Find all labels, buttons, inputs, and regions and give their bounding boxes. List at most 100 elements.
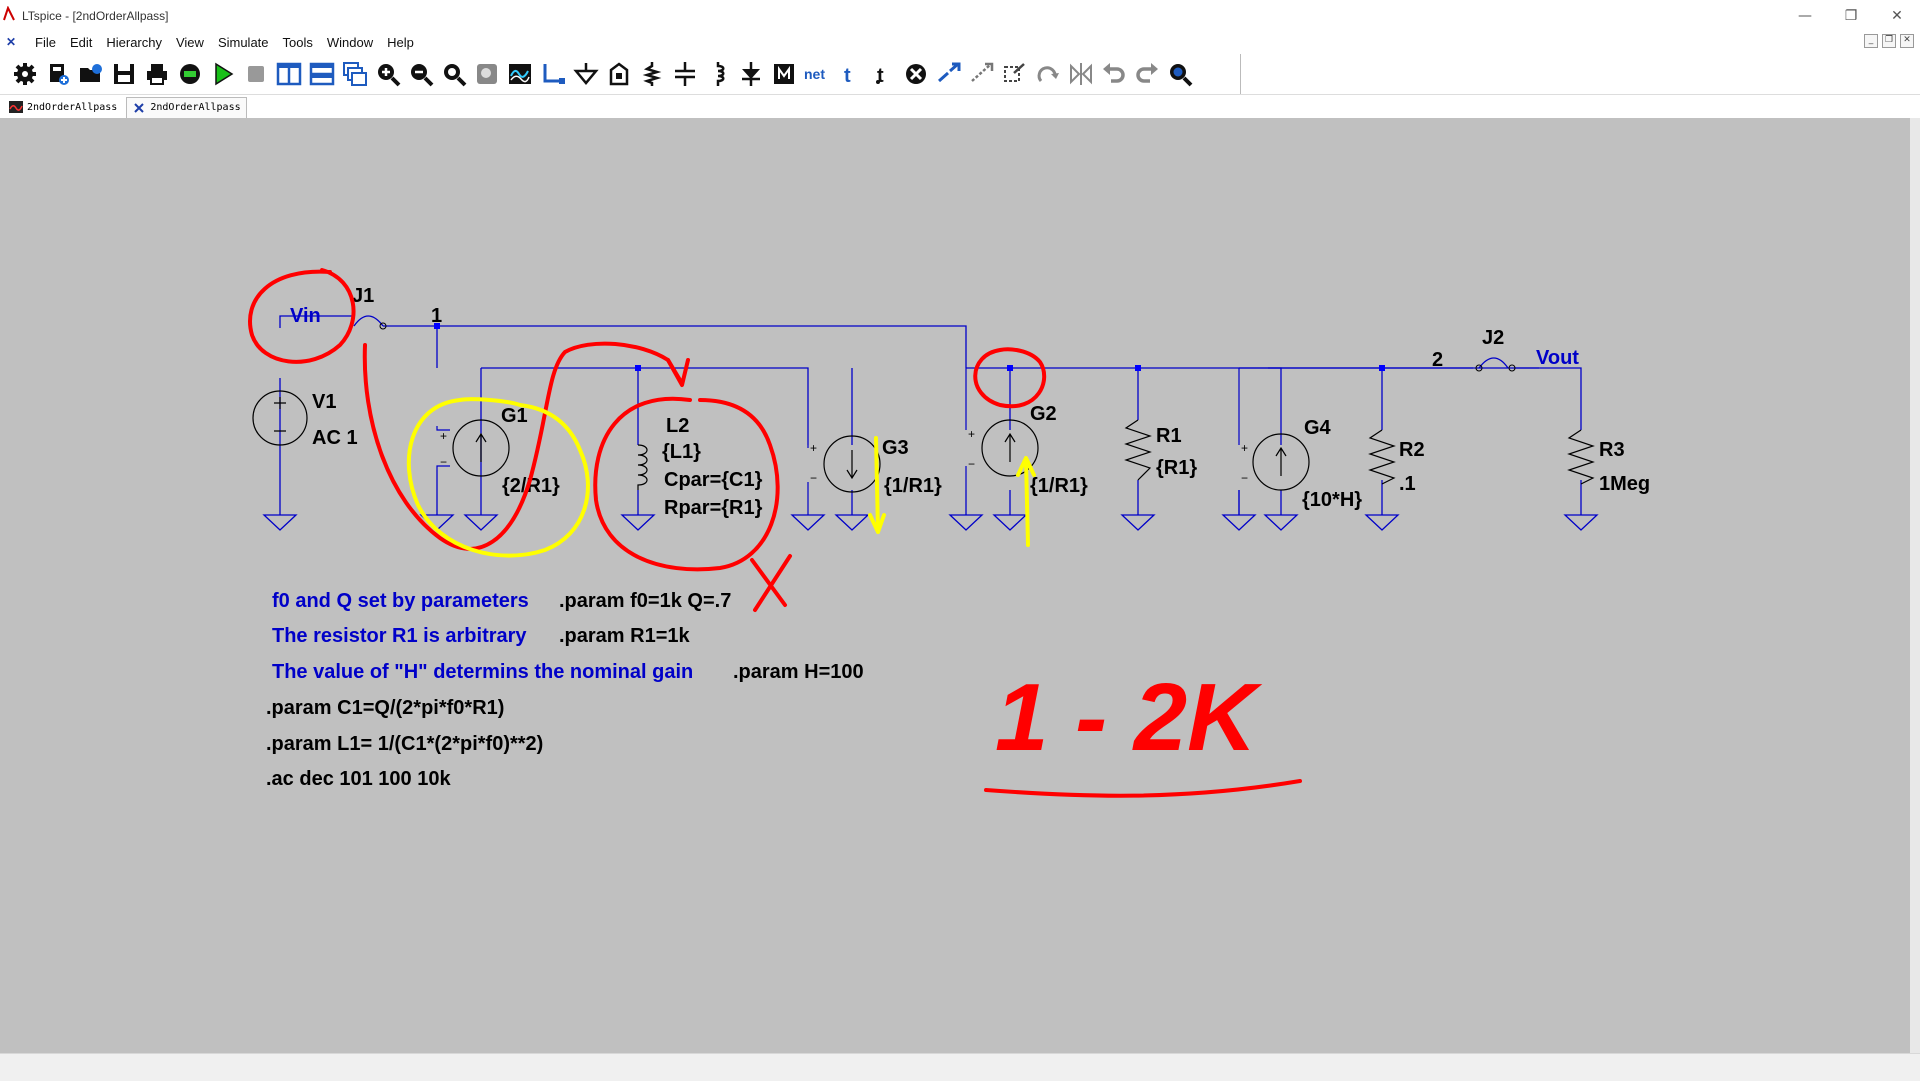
mirror-icon[interactable] xyxy=(1064,58,1097,90)
halt-icon[interactable] xyxy=(239,58,272,90)
ground-icon[interactable] xyxy=(569,58,602,90)
schematic-doc-icon[interactable]: ✕ xyxy=(6,35,20,49)
cascade-icon[interactable] xyxy=(338,58,371,90)
r1-name: R1 xyxy=(1156,425,1182,447)
find-icon[interactable] xyxy=(1163,58,1196,90)
wire-icon[interactable] xyxy=(536,58,569,90)
l2-inductor[interactable] xyxy=(637,444,648,490)
mdi-minimize-button[interactable]: _ xyxy=(1864,34,1878,48)
directive-c1[interactable]: .param C1=Q/(2*pi*f0*R1) xyxy=(266,697,504,719)
undo-icon[interactable] xyxy=(1097,58,1130,90)
mdi-controls: _ ❐ ✕ xyxy=(1864,34,1914,48)
tile-vertical-icon[interactable] xyxy=(272,58,305,90)
svg-text:−: − xyxy=(1241,471,1248,485)
rotate-icon[interactable] xyxy=(1031,58,1064,90)
v1-name: V1 xyxy=(312,391,336,413)
schematic-drawing: + − + − + − + − Vin Vout 1 2 J1 J2 V1 AC… xyxy=(248,268,1650,798)
directive-l1[interactable]: .param L1= 1/(C1*(2*pi*f0)**2) xyxy=(266,733,543,755)
save-icon[interactable] xyxy=(107,58,140,90)
r2-resistor[interactable] xyxy=(1368,429,1396,485)
inductor-icon[interactable] xyxy=(701,58,734,90)
g1-name: G1 xyxy=(501,405,528,427)
zoom-in-icon[interactable] xyxy=(371,58,404,90)
delete-icon[interactable] xyxy=(899,58,932,90)
status-bar xyxy=(0,1053,1920,1081)
handwritten-range-note: 1 - 2K xyxy=(995,664,1263,771)
run-icon[interactable] xyxy=(206,58,239,90)
menu-window[interactable]: Window xyxy=(320,35,380,50)
zoom-fit-icon[interactable] xyxy=(437,58,470,90)
directive-r1[interactable]: .param R1=1k xyxy=(559,625,691,647)
waveform-icon[interactable] xyxy=(503,58,536,90)
r1-resistor[interactable] xyxy=(1124,419,1152,481)
zoom-out-icon[interactable] xyxy=(404,58,437,90)
vertical-scrollbar[interactable] xyxy=(1910,118,1920,1053)
comment-h-gain[interactable]: The value of "H" determins the nominal g… xyxy=(272,661,693,683)
l2-name: L2 xyxy=(666,415,689,437)
label-net-icon[interactable] xyxy=(602,58,635,90)
svg-text:+: + xyxy=(810,441,817,455)
tile-horizontal-icon[interactable] xyxy=(305,58,338,90)
vout-net-label: Vout xyxy=(1536,347,1579,369)
menu-simulate[interactable]: Simulate xyxy=(211,35,276,50)
v1-value: AC 1 xyxy=(312,427,358,449)
g3-name: G3 xyxy=(882,437,909,459)
svg-text:+: + xyxy=(440,429,447,443)
g3-source[interactable]: + − xyxy=(807,435,881,515)
menu-view[interactable]: View xyxy=(169,35,211,50)
waveform-tab-icon xyxy=(9,101,23,113)
window-controls: — ❐ ✕ xyxy=(1782,0,1920,32)
directive-ac[interactable]: .ac dec 101 100 10k xyxy=(266,768,451,790)
menu-tools[interactable]: Tools xyxy=(276,35,320,50)
menu-bar: ✕ File Edit Hierarchy View Simulate Tool… xyxy=(0,32,1920,52)
r2-value: .1 xyxy=(1399,473,1416,495)
open-icon[interactable] xyxy=(74,58,107,90)
control-panel-icon[interactable] xyxy=(173,58,206,90)
red-x-mark xyxy=(750,554,792,612)
diode-icon[interactable] xyxy=(734,58,767,90)
tab-waveform[interactable]: 2ndOrderAllpass xyxy=(4,97,122,117)
spice-directive-icon[interactable]: t xyxy=(866,58,899,90)
g3-value: {1/R1} xyxy=(884,475,942,497)
tab-schematic[interactable]: 2ndOrderAllpass xyxy=(126,96,247,118)
minimize-button[interactable]: — xyxy=(1782,0,1828,32)
mdi-close-button[interactable]: ✕ xyxy=(1900,34,1914,48)
redo-icon[interactable] xyxy=(1130,58,1163,90)
vin-net-label: Vin xyxy=(290,305,321,327)
g4-source[interactable]: + − xyxy=(1238,368,1310,515)
r3-resistor[interactable] xyxy=(1567,429,1595,485)
g4-value: {10*H} xyxy=(1302,489,1362,511)
net-icon[interactable]: net xyxy=(800,58,833,90)
restore-button[interactable]: ❐ xyxy=(1828,0,1874,32)
directive-h[interactable]: .param H=100 xyxy=(733,661,864,683)
menu-file[interactable]: File xyxy=(28,35,63,50)
menu-help[interactable]: Help xyxy=(380,35,421,50)
j2-name: J2 xyxy=(1482,327,1504,349)
zoom-extents-icon[interactable] xyxy=(470,58,503,90)
new-schematic-icon[interactable] xyxy=(41,58,74,90)
close-button[interactable]: ✕ xyxy=(1874,0,1920,32)
g1-source[interactable]: + − xyxy=(436,419,510,477)
comment-r1[interactable]: The resistor R1 is arbitrary xyxy=(272,625,527,647)
mdi-restore-button[interactable]: ❐ xyxy=(1882,34,1896,48)
comment-f0-q[interactable]: f0 and Q set by parameters xyxy=(272,590,529,612)
resistor-icon[interactable] xyxy=(635,58,668,90)
settings-icon[interactable] xyxy=(8,58,41,90)
schematic-tab-icon xyxy=(134,102,145,113)
component-icon[interactable] xyxy=(767,58,800,90)
print-icon[interactable] xyxy=(140,58,173,90)
svg-text:−: − xyxy=(440,455,447,469)
capacitor-icon[interactable] xyxy=(668,58,701,90)
menu-hierarchy[interactable]: Hierarchy xyxy=(99,35,169,50)
text-icon[interactable]: t xyxy=(833,58,866,90)
red-arrowhead xyxy=(666,358,690,387)
duplicate-icon[interactable] xyxy=(932,58,965,90)
menu-edit[interactable]: Edit xyxy=(63,35,99,50)
yellow-arrow-g2 xyxy=(1016,456,1036,547)
svg-text:+: + xyxy=(1241,441,1248,455)
l2-cpar: Cpar={C1} xyxy=(664,469,763,491)
drag-icon[interactable] xyxy=(998,58,1031,90)
move-icon[interactable] xyxy=(965,58,998,90)
directive-f0-q[interactable]: .param f0=1k Q=.7 xyxy=(559,590,731,612)
schematic-canvas[interactable]: + − + − + − + − Vin Vout 1 2 J1 J2 V1 AC… xyxy=(0,118,1910,1053)
